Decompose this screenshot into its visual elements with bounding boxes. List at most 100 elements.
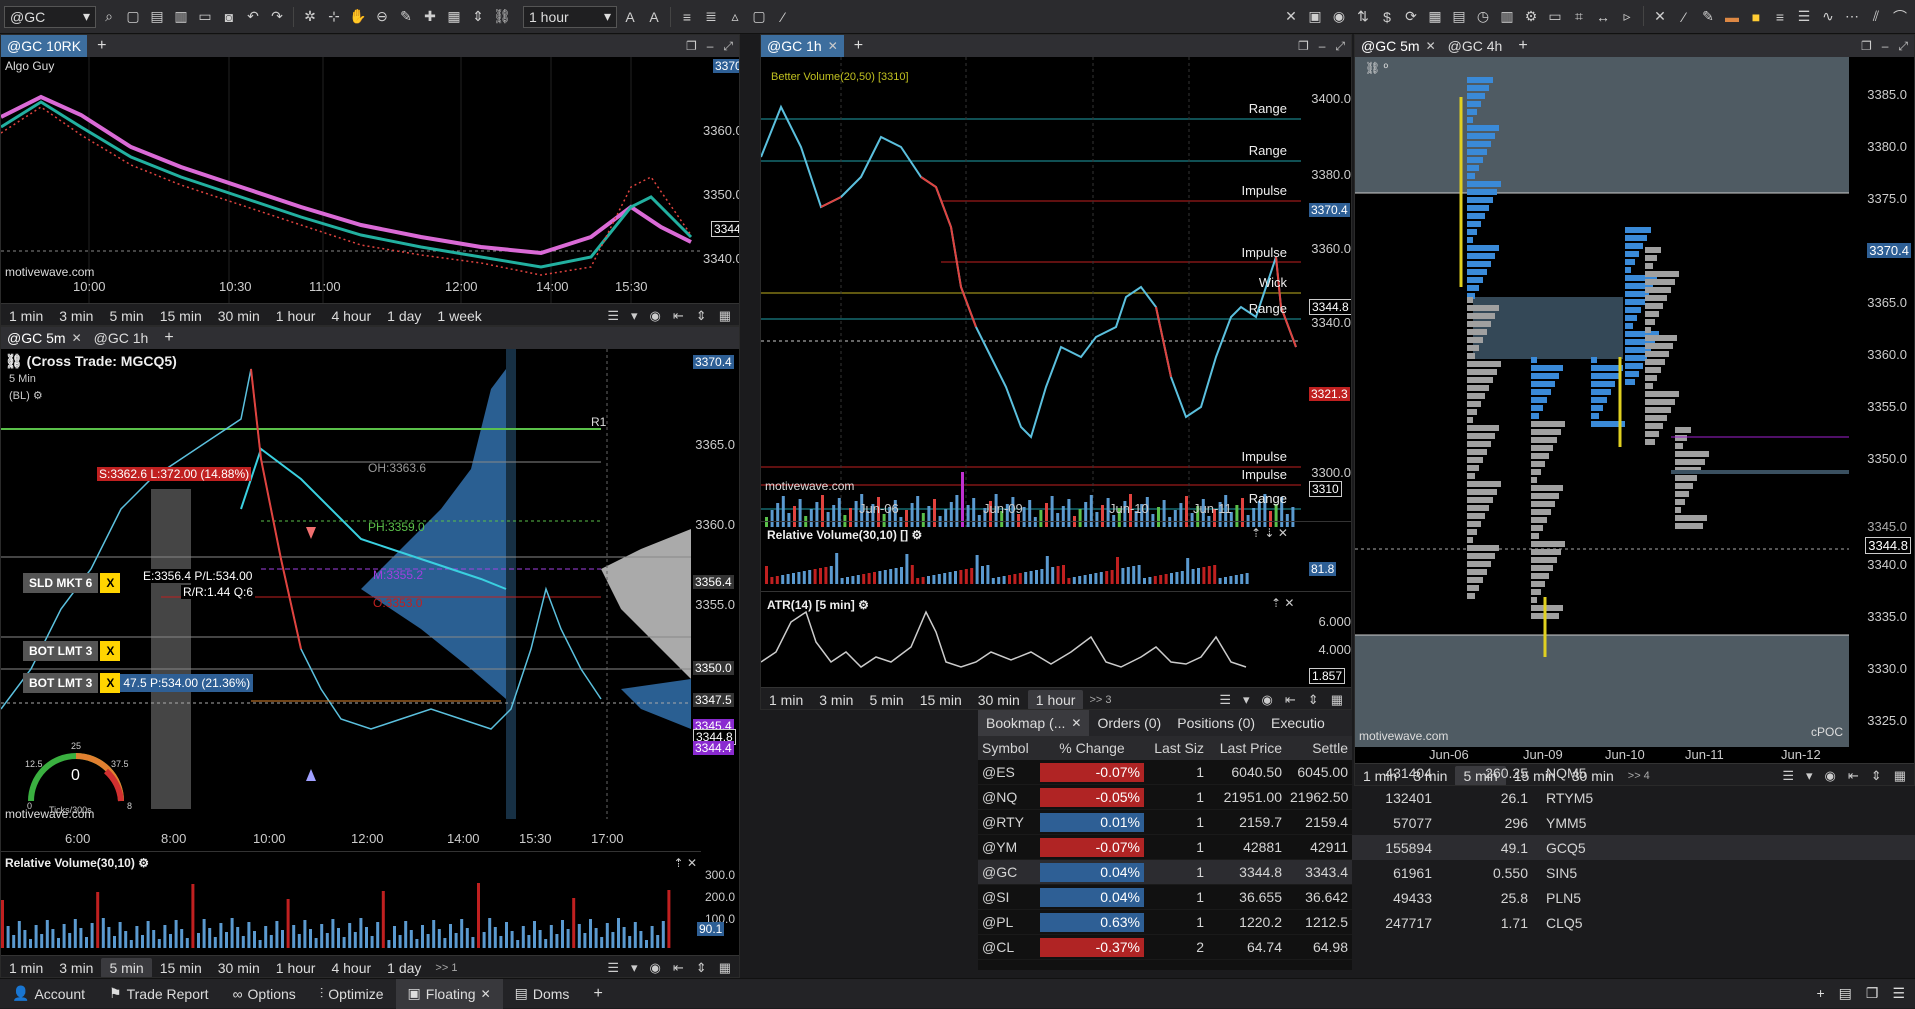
eye-icon[interactable]: ◉ [1262,692,1273,708]
range-icon[interactable]: ⇤ [673,960,684,976]
minimize-icon[interactable]: ‒ [1319,39,1326,54]
compare-icon[interactable]: ✕ [1280,6,1302,28]
restore-icon[interactable]: ❐ [1298,39,1309,54]
interval-1week[interactable]: 1 week [429,306,489,326]
search-icon[interactable]: ⌕ [98,6,120,28]
fit-icon[interactable]: ⇕ [467,6,489,28]
brush-icon[interactable]: ⁄ [772,6,794,28]
eye-icon[interactable]: ◉ [650,960,661,976]
new-icon[interactable]: ▢ [122,6,144,28]
menu-icon[interactable]: ☰ [607,308,619,324]
tab-gc-1h[interactable]: @GC 1h ✕ [761,35,844,57]
table-row[interactable]: @RTY 0.01% 1 2159.7 2159.4 [978,810,1352,835]
interval-1min[interactable]: 1 min [1,958,51,978]
interval-3min[interactable]: 3 min [51,958,101,978]
close-icon[interactable]: ✕ [481,987,491,1001]
column-header[interactable]: % Change [1036,740,1148,756]
measure-icon[interactable]: ⌗ [1568,6,1590,28]
table-row-ext[interactable]: 431404 260.25 NQM5 [1352,760,1915,785]
print-icon[interactable]: ▥ [170,6,192,28]
crosshair-icon[interactable]: ⊹ [323,6,345,28]
tab-gc-5m[interactable]: @GC 5m ✕ [1,327,88,349]
table-row-ext[interactable]: 49433 25.8 PLN5 [1352,885,1915,910]
interval-15min[interactable]: 15 min [152,306,210,326]
tab-gc-4h[interactable]: @GC 4h [1442,35,1509,57]
interval-30min[interactable]: 30 min [210,306,268,326]
more-intervals-button[interactable]: >> 3 [1083,694,1117,706]
close-icon[interactable]: ✕ [1071,716,1081,730]
chart-panel-5m[interactable]: @GC 5m ✕ @GC 1h + ⛓ (Cross Trade: MGCQ5) … [0,326,740,978]
column-header[interactable]: Last Siz [1148,740,1208,756]
channel-icon[interactable]: ⫽ [1865,6,1887,28]
font-down-icon[interactable]: A [643,6,665,28]
calendar-icon[interactable]: ▦ [719,308,731,324]
calendar-icon[interactable]: ▦ [1331,692,1343,708]
folder-icon[interactable]: ▭ [194,6,216,28]
range-icon[interactable]: ⇤ [673,308,684,324]
fit-icon[interactable]: ⇕ [696,308,707,324]
interval-1hour[interactable]: 1 hour [1027,689,1084,709]
note-icon[interactable]: ■ [1745,6,1767,28]
remove-icon[interactable]: ✕ [1649,6,1671,28]
table-row[interactable]: @NQ -0.05% 1 21951.00 21962.50 [978,785,1352,810]
chart-panel-10rk[interactable]: @GC 10RK + ❐ ‒ ⤢ Algo Guy motivewave.com 3… [0,34,740,326]
optimize-button[interactable]: ⫶ Optimize [308,979,396,1009]
list-icon[interactable]: ☰ [1892,985,1905,1002]
book-icon[interactable]: ▤ [1448,6,1470,28]
account-button[interactable]: 👤 Account [0,979,97,1009]
hand-icon[interactable]: ✋ [347,6,369,28]
close-icon[interactable]: ✕ [1426,39,1436,53]
select-icon[interactable]: ▹ [1616,6,1638,28]
cancel-order-button[interactable]: X [100,673,121,693]
link-icon[interactable]: ⛓ º [1365,61,1388,75]
cancel-order-button[interactable]: X [100,641,121,661]
line-style-icon[interactable]: ≡ [676,6,698,28]
tab-gc-1h[interactable]: @GC 1h [88,327,155,349]
refresh-icon[interactable]: ⟳ [1400,6,1422,28]
fit-icon[interactable]: ⇕ [696,960,707,976]
interval-select[interactable]: 1 hour ▾ [523,5,617,28]
close-icon[interactable]: ✕ [1284,596,1294,610]
price-chart-10rk[interactable] [1,57,740,305]
order-tag-bot-1[interactable]: BOT LMT 3X [23,641,121,661]
text-icon[interactable]: ≡ [1769,6,1791,28]
bars-icon[interactable]: ▦ [443,6,465,28]
highlighter-icon[interactable]: ✎ [1697,6,1719,28]
options-button[interactable]: ∞ Options [221,979,308,1009]
fit-icon[interactable]: ⇕ [1308,692,1319,708]
menu-icon[interactable]: ☰ [607,960,619,976]
window-icon[interactable]: ▣ [1304,6,1326,28]
tools-icon[interactable]: ✲ [299,6,321,28]
chart-type-icon[interactable]: ▾ [631,960,638,976]
list-icon[interactable]: ☰ [1793,6,1815,28]
layout-icon[interactable]: ◉ [1328,6,1350,28]
table-row[interactable]: @SI 0.04% 1 36.655 36.642 [978,885,1352,910]
interval-1min[interactable]: 1 min [761,690,811,710]
link-icon[interactable]: ⛓ [491,6,513,28]
tab-executions[interactable]: Executio [1263,710,1333,736]
more-intervals-button[interactable]: >> 1 [429,962,463,974]
dollar-icon[interactable]: $ [1376,6,1398,28]
sort-icon[interactable]: ⇅ [1352,6,1374,28]
add-tab-button[interactable]: + [844,37,873,55]
tab-positions[interactable]: Positions (0) [1169,710,1263,736]
atr-pane[interactable]: ATR(14) [5 min] ⚙ ⇡ ✕ 6.000 4.000 1.857 [761,591,1351,687]
add-icon[interactable]: + [1816,985,1824,1002]
minimize-icon[interactable]: ‒ [707,39,714,54]
gear-icon[interactable]: ⚙ [33,390,43,402]
relative-volume-pane[interactable]: Relative Volume(30,10) ⚙ ⇡ ✕ 300.0 200.0… [1,851,735,953]
minimize-icon[interactable]: ‒ [1882,39,1889,54]
expand-icon[interactable]: ⤢ [1335,39,1345,54]
link-icon[interactable]: ⛓ [5,353,27,369]
interval-30min[interactable]: 30 min [210,958,268,978]
rv-pane-1h[interactable]: Relative Volume(30,10) [] ⚙ ⇡ ⇣ ✕ 81.8 [761,521,1351,591]
pen-icon[interactable]: ✎ [395,6,417,28]
table-row-ext[interactable]: 247717 1.71 CLQ5 [1352,910,1915,935]
floating-button[interactable]: ▣ Floating ✕ [395,978,503,1009]
line-color-icon[interactable]: ▵ [724,6,746,28]
restore-icon[interactable]: ❐ [1861,39,1872,54]
chart-type-icon[interactable]: ▾ [631,308,638,324]
footprint-chart[interactable] [1355,57,1849,747]
interval-3min[interactable]: 3 min [811,690,861,710]
gear-icon[interactable]: ⚙ [858,598,869,612]
